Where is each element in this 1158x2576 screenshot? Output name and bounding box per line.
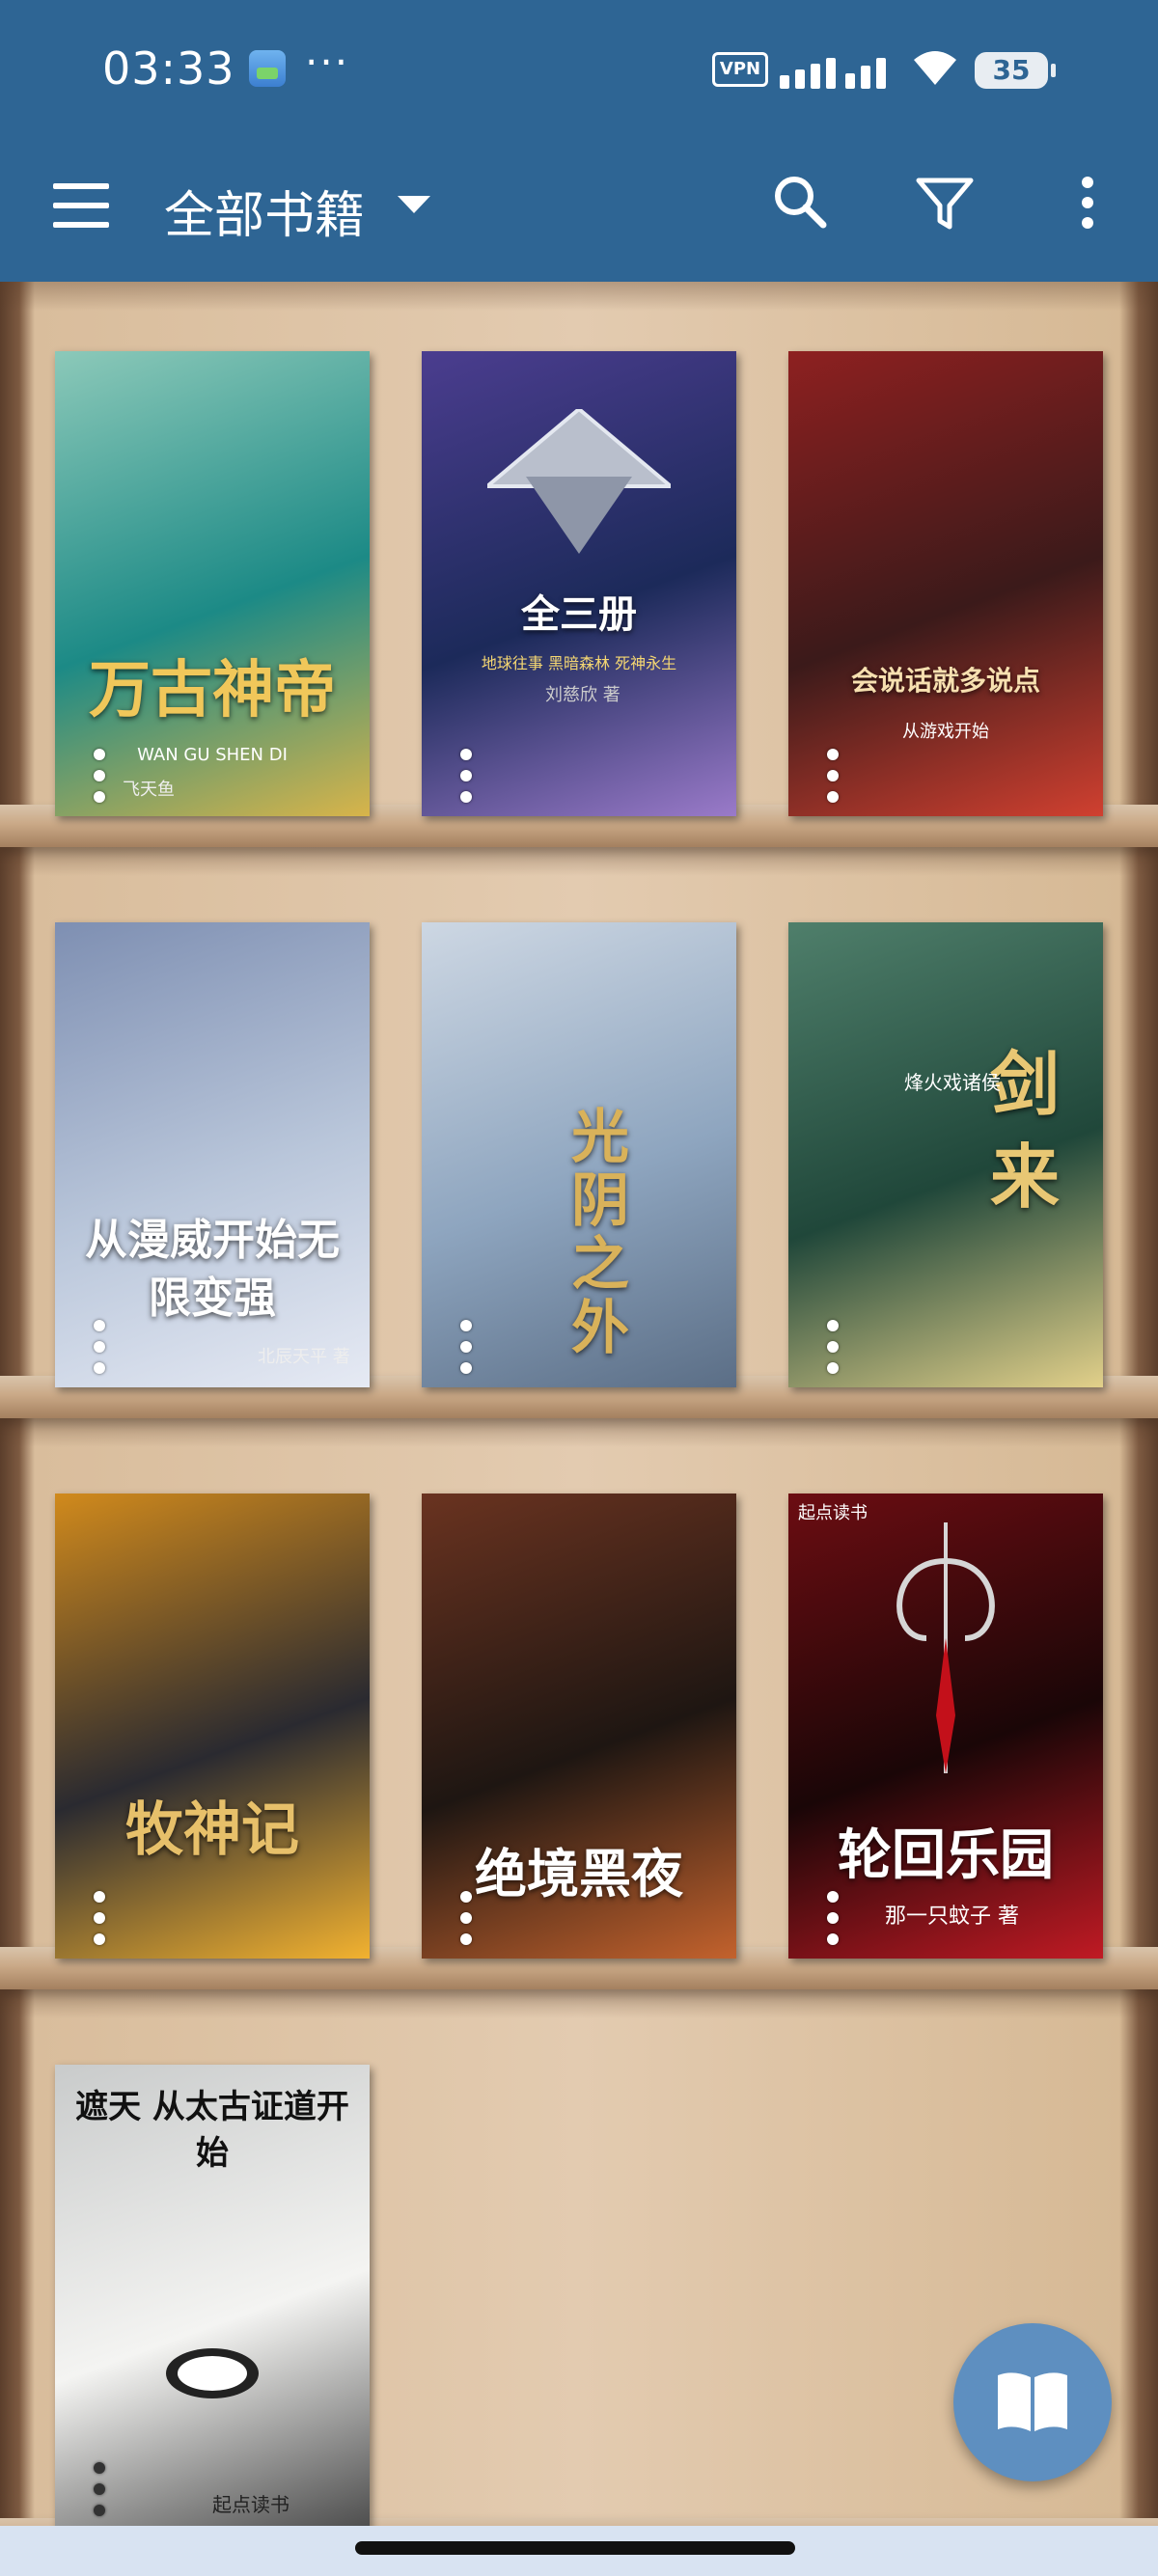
filter-icon[interactable] (911, 169, 979, 236)
trisolaris-logo-icon (487, 409, 671, 554)
book-cover[interactable]: 光阴之外 (422, 922, 736, 1387)
status-bar: 03:33 ··· VPN 35 (0, 0, 1158, 140)
book-subtitle: 烽火戏诸侯 (904, 1071, 1001, 1094)
book-title: 遮天 从太古证道开始 (75, 2088, 349, 2173)
open-reader-button[interactable] (953, 2323, 1112, 2481)
publisher-label: 起点读书 (212, 2493, 290, 2516)
caret-down-icon[interactable] (398, 196, 430, 213)
gallery-notification-icon (249, 50, 286, 87)
app-bar: 03:33 ··· VPN 35 全部书籍 (0, 0, 1158, 282)
book-more-icon[interactable] (94, 2462, 105, 2516)
book-cover[interactable]: 起点读书 轮回乐园 那一只蚊子 著 (788, 1494, 1103, 1959)
book-more-icon[interactable] (94, 1320, 105, 1374)
book-title: 万古神帝 (89, 655, 336, 726)
book-more-icon[interactable] (460, 1320, 472, 1374)
yin-yang-icon (166, 2348, 259, 2398)
book-cover[interactable]: 会说话就多说点 从游戏开始 (788, 351, 1103, 816)
book-more-icon[interactable] (827, 1320, 839, 1374)
status-time: 03:33 (102, 42, 235, 95)
book-more-icon[interactable] (460, 749, 472, 803)
search-icon[interactable] (767, 169, 835, 236)
publisher-label: 起点读书 (798, 1503, 868, 1523)
book-cover[interactable]: 全三册 地球往事 黑暗森林 死神永生 刘慈欣 著 (422, 351, 736, 816)
book-title: 牧神记 (125, 1796, 299, 1864)
system-nav-bar (0, 2526, 1158, 2576)
hamburger-menu-icon[interactable] (53, 183, 109, 228)
more-vertical-icon[interactable] (1054, 169, 1121, 236)
wifi-icon (914, 51, 956, 85)
book-subtitle: 从游戏开始 (902, 722, 989, 742)
gesture-handle[interactable] (355, 2541, 795, 2555)
book-title: 会说话就多说点 (850, 665, 1040, 697)
book-author: 飞天鱼 (123, 780, 175, 800)
book-cover[interactable]: 从漫威开始无限变强 北辰天平 著 (55, 922, 370, 1387)
book-title: 轮回乐园 (838, 1824, 1054, 1887)
open-book-icon (998, 2372, 1067, 2431)
book-more-icon[interactable] (94, 749, 105, 803)
bookshelf-title[interactable]: 全部书籍 (164, 175, 365, 247)
vpn-icon: VPN (712, 52, 768, 87)
book-cover[interactable]: 剑来 烽火戏诸侯 (788, 922, 1103, 1387)
battery-icon: 35 (975, 52, 1056, 89)
ornament-icon (896, 1522, 995, 1773)
book-title: 剑来 (989, 1044, 1060, 1218)
book-title: 光阴之外 (571, 1104, 629, 1362)
book-cover[interactable]: 绝境黑夜 (422, 1494, 736, 1959)
signal-icon (780, 50, 896, 89)
book-title: 从漫威开始无限变强 (85, 1216, 340, 1323)
book-author: 北辰天平 著 (258, 1347, 350, 1367)
book-more-icon[interactable] (827, 749, 839, 803)
book-author: 那一只蚊子 著 (885, 1905, 1019, 1929)
book-cover[interactable]: 万古神帝 WAN GU SHEN DI 飞天鱼 (55, 351, 370, 816)
book-author: 刘慈欣 著 (545, 685, 620, 705)
book-more-icon[interactable] (460, 1891, 472, 1945)
more-notifications-icon: ··· (305, 39, 350, 86)
book-subtitle: 地球往事 黑暗森林 死神永生 (481, 654, 677, 672)
book-cover[interactable]: 遮天 从太古证道开始 起点读书 (55, 2065, 370, 2530)
book-more-icon[interactable] (94, 1891, 105, 1945)
toolbar: 全部书籍 (0, 140, 1158, 282)
book-more-icon[interactable] (827, 1891, 839, 1945)
book-cover[interactable]: 牧神记 (55, 1494, 370, 1959)
book-title: 全三册 (521, 592, 637, 637)
